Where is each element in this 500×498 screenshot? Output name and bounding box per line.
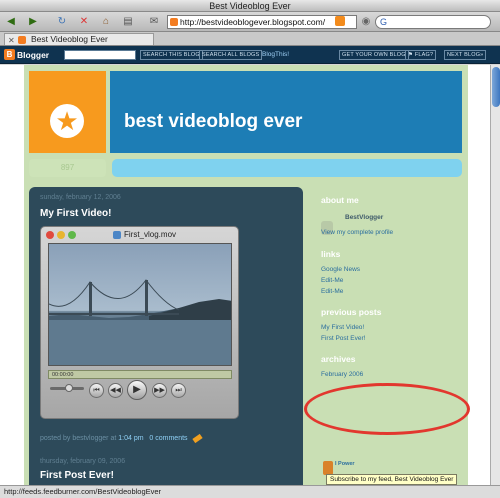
archives-heading: archives [321, 354, 356, 364]
go-to-end-icon[interactable]: ⏭ [171, 383, 186, 398]
tab-bar: ✕ Best Videoblog Ever [0, 32, 500, 46]
archive-link[interactable]: February 2006 [321, 371, 363, 378]
url-input[interactable]: http://bestvideoblogever.blogspot.com/ [167, 15, 357, 29]
link-item[interactable]: Edit-Me [321, 277, 343, 284]
volume-knob[interactable] [65, 384, 73, 392]
window-title-bar: Best Videoblog Ever [0, 0, 500, 12]
player-minimize-icon[interactable] [57, 231, 65, 239]
status-bar: http://feeds.feedburner.com/BestVideoblo… [0, 485, 500, 498]
close-tab-icon[interactable]: ✕ [8, 35, 15, 46]
forward-icon[interactable]: ▶ [26, 15, 40, 29]
blogthis-link[interactable]: BlogThis! [262, 50, 289, 60]
quicktime-player: First_vlog.mov 00:00:00 ⏮ ◀◀ ▶ ▶▶ ⏭ [40, 226, 239, 419]
google-search-icon: G [380, 17, 388, 27]
previous-post-link[interactable]: My First Video! [321, 324, 364, 331]
tab-favicon-icon [18, 36, 26, 44]
movie-file-icon [113, 230, 121, 239]
status-text: http://feeds.feedburner.com/BestVideoblo… [4, 487, 162, 496]
play-icon[interactable]: ▶ [127, 380, 147, 400]
scroll-thumb[interactable] [492, 67, 500, 107]
links-heading: links [321, 249, 341, 259]
get-your-own-blog-button[interactable]: GET YOUR OWN BLOG [339, 50, 409, 60]
sidebar: about me BestVlogger View my complete pr… [311, 187, 462, 485]
subscribe-tooltip: Subscribe to my feed, Best Videoblog Eve… [326, 474, 458, 485]
rss-icon[interactable] [335, 16, 345, 26]
bookmark-icon[interactable]: ✉ [147, 15, 161, 29]
back-icon[interactable]: ◀ [4, 15, 18, 29]
blogger-logo-text: Blogger [17, 50, 50, 60]
highlight-annotation [304, 383, 470, 435]
blog-title[interactable]: best videoblog ever [124, 111, 302, 133]
post-footer: posted by bestvlogger at 1:04 pm 0 comme… [40, 433, 204, 443]
search-input[interactable]: G [375, 15, 491, 29]
player-timeline[interactable]: 00:00:00 [48, 370, 232, 379]
blogger-icon: B [4, 49, 15, 60]
previous-posts-heading: previous posts [321, 307, 382, 317]
player-timecode: 00:00:00 [52, 372, 74, 378]
player-title: First_vlog.mov [113, 230, 176, 239]
previous-post-link[interactable]: First Post Ever! [321, 335, 365, 342]
blog-header: best videoblog ever [110, 71, 462, 153]
main-column: sunday, february 12, 2006 My First Video… [29, 187, 303, 485]
post-title[interactable]: First Post Ever! [40, 470, 114, 481]
navbar-search-input[interactable] [64, 50, 136, 60]
player-filename: First_vlog.mov [124, 230, 177, 239]
comments-link[interactable]: 0 comments [149, 435, 187, 442]
about-me-heading: about me [321, 195, 359, 205]
search-all-blogs-button[interactable]: SEARCH ALL BLOGS [199, 50, 263, 60]
site-favicon-icon [170, 18, 178, 26]
window-title: Best Videoblog Ever [209, 1, 291, 11]
url-text: http://bestvideoblogever.blogspot.com/ [180, 17, 326, 27]
stop-icon[interactable]: ✕ [77, 15, 91, 29]
post-footer-at: at [110, 435, 117, 442]
post-author: bestvlogger [72, 435, 109, 442]
post-title[interactable]: My First Video! [40, 208, 112, 219]
header-strip-left: 897 [29, 159, 106, 177]
go-to-start-icon[interactable]: ⏮ [89, 383, 104, 398]
tab-best-videoblog[interactable]: ✕ Best Videoblog Ever [4, 33, 154, 45]
browser-toolbar: ◀ ▶ ↻ ✕ ⌂ ▤ ✉ http://bestvideoblogever.b… [0, 12, 500, 32]
blogger-navbar: B Blogger SEARCH THIS BLOG SEARCH ALL BL… [0, 46, 500, 64]
blogger-logo[interactable]: B Blogger [4, 49, 49, 61]
star-logo: ★ [50, 104, 84, 138]
tab-label: Best Videoblog Ever [31, 34, 108, 44]
player-zoom-icon[interactable] [68, 231, 76, 239]
header-logo-block: ★ [29, 71, 106, 153]
player-close-icon[interactable] [46, 231, 54, 239]
feedburner-icon[interactable] [323, 461, 333, 475]
feed-power-label[interactable]: I Power [335, 461, 355, 467]
profile-name: BestVlogger [345, 214, 384, 221]
header-strip-right [112, 159, 462, 177]
edit-pencil-icon[interactable] [192, 433, 204, 443]
post-date: sunday, february 12, 2006 [40, 194, 121, 201]
star-icon: ★ [55, 106, 79, 136]
search-this-blog-button[interactable]: SEARCH THIS BLOG [140, 50, 203, 60]
fast-forward-icon[interactable]: ▶▶ [152, 383, 167, 398]
vertical-scrollbar[interactable] [490, 65, 500, 485]
view-profile-link[interactable]: View my complete profile [321, 229, 393, 236]
home-icon[interactable]: ⌂ [99, 15, 113, 29]
flag-button[interactable]: ⚑ FLAG? [405, 50, 437, 60]
link-item[interactable]: Edit-Me [321, 288, 343, 295]
post-date: thursday, february 09, 2006 [40, 458, 126, 465]
go-icon[interactable]: ◉ [359, 15, 373, 29]
next-blog-button[interactable]: NEXT BLOG» [444, 50, 487, 60]
golden-gate-video-still [49, 279, 231, 365]
post-footer-prefix: posted by [40, 435, 71, 442]
link-item[interactable]: Google News [321, 266, 360, 273]
video-frame[interactable] [48, 243, 232, 366]
print-icon[interactable]: ▤ [121, 15, 135, 29]
rewind-icon[interactable]: ◀◀ [108, 383, 123, 398]
reload-icon[interactable]: ↻ [55, 15, 69, 29]
post-permalink[interactable]: 1:04 pm [118, 435, 143, 442]
